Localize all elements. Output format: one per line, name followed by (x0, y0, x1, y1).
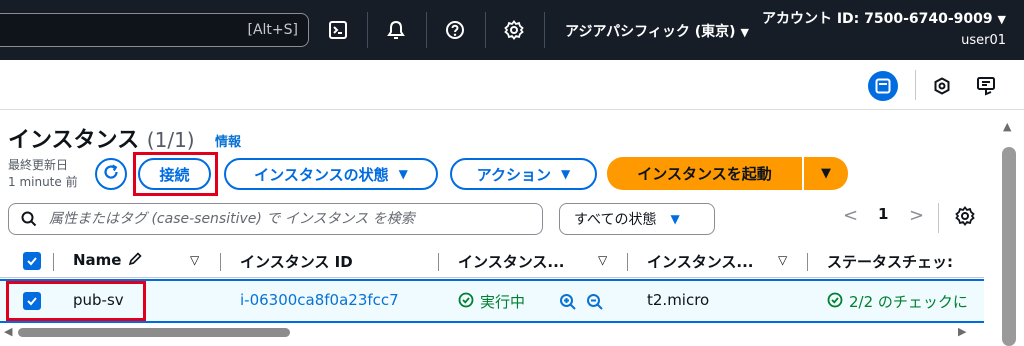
horizontal-scroll-thumb[interactable] (18, 328, 290, 337)
table-row[interactable]: pub-sv i-06300ca8f0a23fcc7 実行中 t2.micro … (0, 279, 984, 323)
instance-id-link[interactable]: i-06300ca8f0a23fcc7 (240, 291, 399, 309)
column-header-instance-type[interactable]: インスタンス... (647, 251, 754, 272)
previous-page-button[interactable]: < (843, 205, 858, 226)
vertical-scroll-thumb[interactable] (1002, 147, 1016, 346)
vertical-scrollbar[interactable]: ▲ (998, 118, 1020, 346)
pencil-icon (127, 251, 143, 271)
select-all-checkbox[interactable] (23, 252, 41, 270)
search-shortcut-hint: [Alt+S] (247, 22, 299, 38)
instance-filter-box[interactable] (8, 203, 543, 235)
instance-type: t2.micro (647, 291, 710, 309)
account-menu[interactable]: アカウント ID: 7500-6740-9009 ▼ (762, 8, 1006, 28)
column-filter-icon[interactable]: ▽ (190, 253, 199, 267)
column-filter-icon[interactable]: ▽ (778, 253, 787, 267)
feedback-icon[interactable] (972, 72, 1000, 100)
refresh-icon (102, 163, 120, 185)
row-checkbox[interactable] (23, 292, 41, 310)
column-header-instance-state[interactable]: インスタンス... (458, 251, 565, 272)
console-toolbar (0, 60, 1024, 110)
region-selector[interactable]: アジアパシフィック (東京) ▼ (565, 21, 749, 41)
instance-state-label: インスタンスの状態 (254, 165, 389, 184)
table-settings-gear-icon[interactable] (955, 206, 975, 230)
bell-icon[interactable] (384, 18, 408, 42)
search-icon (21, 211, 37, 231)
connect-label: 接続 (159, 165, 190, 184)
column-filter-icon[interactable]: ▽ (598, 253, 607, 267)
instance-state-status: 実行中 (458, 291, 525, 312)
instance-name[interactable]: pub-sv (73, 291, 124, 309)
search-input[interactable] (49, 208, 529, 230)
panel-icon[interactable] (868, 71, 898, 101)
scroll-up-icon[interactable]: ▲ (1003, 120, 1011, 133)
hexagon-icon[interactable] (928, 72, 956, 100)
launch-instance-button[interactable]: インスタンスを起動 (607, 157, 802, 190)
status-check-label: 2/2 のチェックに (849, 293, 968, 311)
last-updated: 最終更新日 1 minute 前 (8, 157, 78, 191)
column-name-label: Name (73, 251, 122, 269)
chevron-down-icon: ▼ (997, 13, 1006, 26)
global-search-input[interactable]: [Alt+S] (0, 13, 309, 47)
column-header-name[interactable]: Name (73, 251, 143, 271)
last-updated-value: 1 minute 前 (8, 175, 78, 189)
column-header-status-check[interactable]: ステータスチェッ: (827, 251, 953, 272)
caret-down-icon: ▼ (821, 166, 831, 181)
caret-down-icon: ▼ (398, 167, 408, 181)
column-header-instance-id[interactable]: インスタンス ID (240, 251, 353, 272)
refresh-button[interactable] (95, 158, 127, 190)
scroll-left-icon[interactable]: ◀ (4, 325, 12, 338)
chevron-down-icon: ▼ (740, 26, 749, 39)
scroll-right-icon[interactable]: ▶ (958, 325, 966, 338)
next-page-button[interactable]: > (909, 205, 924, 226)
page-title-text: インスタンス (8, 128, 140, 153)
account-username: user01 (961, 33, 1006, 48)
caret-down-icon: ▼ (561, 167, 571, 181)
zoom-in-icon[interactable] (559, 293, 577, 315)
instance-count: (1/1) (146, 128, 195, 152)
page-number-button[interactable]: 1 (878, 205, 888, 223)
status-check: 2/2 のチェックに (827, 291, 968, 312)
help-icon[interactable] (443, 18, 467, 42)
zoom-out-icon[interactable] (586, 293, 604, 315)
check-circle-icon (458, 292, 474, 312)
table-header: Name ▽ インスタンス ID インスタンス... ▽ インスタンス... ▽… (0, 244, 984, 278)
top-navigation-bar: [Alt+S] アジアパシフィック (東京) ▼ アカウント ID: 7500-… (0, 0, 1024, 60)
launch-instance-label: インスタンスを起動 (637, 165, 772, 183)
horizontal-scrollbar[interactable]: ◀ ▶ (0, 323, 984, 339)
region-label: アジアパシフィック (東京) (565, 24, 736, 40)
info-link[interactable]: 情報 (215, 131, 241, 150)
actions-label: アクション (476, 165, 552, 184)
actions-dropdown[interactable]: アクション ▼ (450, 158, 597, 190)
status-filter-select[interactable]: すべての状態 ▼ (559, 203, 715, 235)
status-filter-label: すべての状態 (574, 212, 657, 228)
gear-icon[interactable] (502, 18, 526, 42)
launch-instance-split-button[interactable]: ▼ (804, 157, 848, 190)
page-title: インスタンス (1/1) (8, 122, 195, 154)
connect-button[interactable]: 接続 (138, 158, 211, 190)
cloudshell-icon[interactable] (326, 18, 350, 42)
instance-state-dropdown[interactable]: インスタンスの状態 ▼ (224, 158, 438, 190)
check-circle-icon (827, 292, 843, 312)
last-updated-label: 最終更新日 (8, 158, 69, 172)
account-id-label: アカウント ID: 7500-6740-9009 (761, 11, 993, 27)
caret-down-icon: ▼ (670, 212, 680, 226)
instance-state-label: 実行中 (480, 293, 526, 311)
